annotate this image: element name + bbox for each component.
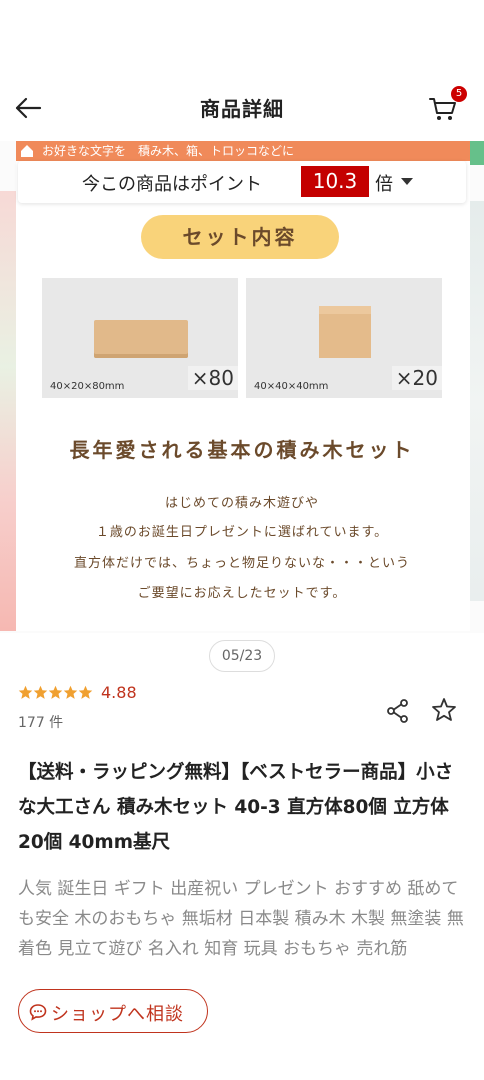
star-filled-icon [78, 685, 93, 699]
house-icon [21, 145, 33, 157]
caret-down-icon [401, 178, 413, 185]
next-slide-peek [470, 201, 484, 601]
star-filled-icon [18, 685, 33, 699]
image-headline: 長年愛される基本の積み木セット [69, 438, 415, 462]
favorite-button[interactable] [431, 697, 457, 723]
points-prefix: 今この商品はポイント [82, 174, 262, 195]
consult-shop-label: ショップへ相談 [51, 1004, 184, 1025]
image-pager-indicator: 05/23 [209, 640, 275, 672]
chat-bubble-icon [29, 1004, 47, 1021]
page-title: 商品詳細 [200, 97, 284, 121]
rectangular-block-image [94, 320, 188, 358]
set-contents-label: セット内容 [141, 215, 339, 259]
cart-count-badge: 5 [451, 86, 467, 102]
block-dimensions: 40×40×40mm [254, 381, 329, 392]
points-suffix: 倍 [375, 174, 393, 195]
promo-banner-text: お好きな文字を 積み木、箱、トロッコなどに [42, 144, 295, 158]
review-count[interactable]: 177 件 [18, 712, 63, 732]
image-description-line: ご要望にお応えしたセットです。 [137, 586, 347, 601]
share-icon [387, 699, 408, 723]
product-tags: 人気 誕生日 ギフト 出産祝い プレゼント おすすめ 舐めても安全 木のおもちゃ… [18, 879, 464, 959]
block-dimensions: 40×20×80mm [50, 381, 125, 392]
block-card-cube: 40×40×40mm ×20 [246, 278, 442, 398]
rating-score[interactable]: 4.88 [101, 683, 137, 702]
decoration [470, 141, 484, 165]
star-filled-icon [63, 685, 78, 699]
app-header: 商品詳細 [0, 75, 484, 141]
points-multiplier-bar[interactable]: 今この商品はポイント 10.3 倍 [18, 161, 466, 203]
star-filled-icon [48, 685, 63, 699]
star-outline-icon [432, 698, 456, 721]
consult-shop-button[interactable]: ショップへ相談 [18, 989, 208, 1033]
block-card-rectangular: 40×20×80mm ×80 [42, 278, 238, 398]
block-count: ×80 [187, 366, 238, 390]
image-description-line: はじめての積み木遊びや [164, 496, 319, 511]
star-filled-icon [33, 685, 48, 699]
block-count: ×20 [391, 366, 442, 390]
share-button[interactable] [385, 698, 411, 724]
promo-banner: お好きな文字を 積み木、箱、トロッコなどに [16, 141, 470, 161]
product-title: 【送料・ラッピング無料】【ベストセラー商品】小さな大工さん 積み木セット 40-… [18, 762, 454, 853]
image-description-line: １歳のお誕生日プレゼントに選ばれています。 [95, 525, 389, 540]
cube-block-image [319, 306, 371, 358]
points-value-badge: 10.3 [301, 166, 369, 197]
rating-stars [18, 685, 93, 701]
image-description-line: 直方体だけでは、ちょっと物足りないな・・・という [73, 556, 410, 571]
